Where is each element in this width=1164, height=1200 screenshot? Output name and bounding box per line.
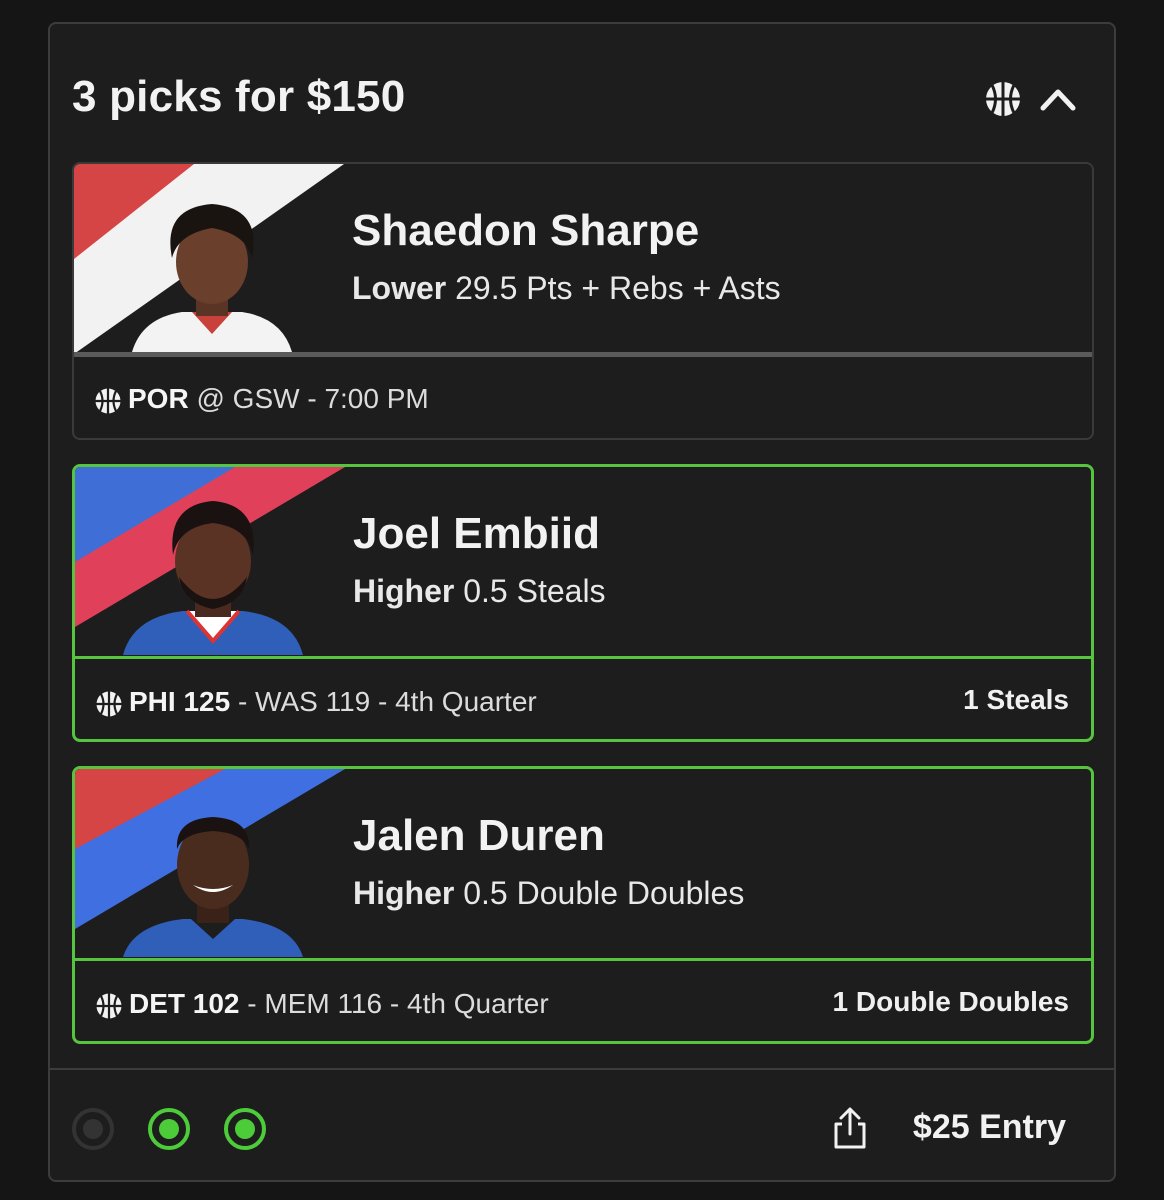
pick-status-dot-hit bbox=[224, 1108, 266, 1150]
pick-result: 1 Double Doubles bbox=[832, 986, 1069, 1017]
pick-direction: Higher bbox=[353, 875, 455, 911]
pick-summary: Shaedon Sharpe Lower 29.5 Pts + Rebs + A… bbox=[74, 164, 1092, 352]
footer-divider bbox=[50, 1068, 1114, 1070]
game-details: @ GSW - 7:00 PM bbox=[196, 383, 429, 414]
pick-game-info: POR @ GSW - 7:00 PM bbox=[74, 357, 1092, 438]
pick-divider bbox=[75, 656, 1091, 659]
pick-stat: 29.5 Pts + Rebs + Asts bbox=[455, 270, 781, 306]
pick-status-dot-pending bbox=[72, 1108, 114, 1150]
team-score: PHI 125 bbox=[129, 686, 231, 717]
game-score: DET 102 - MEM 116 - 4th Quarter bbox=[129, 988, 549, 1020]
share-icon[interactable] bbox=[832, 1106, 868, 1150]
entry-title: 3 picks for $150 bbox=[72, 72, 406, 121]
pick-game-info: DET 102 - MEM 116 - 4th Quarter 1 Double… bbox=[75, 962, 1091, 1041]
player-name: Jalen Duren bbox=[353, 811, 605, 860]
team-label: POR bbox=[128, 383, 189, 414]
player-name: Joel Embiid bbox=[353, 509, 600, 558]
pick-game-info: PHI 125 - WAS 119 - 4th Quarter 1 Steals bbox=[75, 660, 1091, 739]
player-headshot bbox=[132, 204, 292, 352]
pick-stat: 0.5 Steals bbox=[463, 573, 606, 609]
pick-line: Lower 29.5 Pts + Rebs + Asts bbox=[352, 270, 781, 307]
entry-header[interactable]: 3 picks for $150 bbox=[50, 24, 1114, 164]
basketball-icon bbox=[95, 388, 121, 414]
entry-amount: $25 Entry bbox=[912, 1108, 1066, 1146]
basketball-icon bbox=[986, 82, 1020, 116]
pick-card[interactable]: Joel Embiid Higher 0.5 Steals PHI 125 - … bbox=[72, 464, 1094, 742]
player-headshot bbox=[123, 501, 303, 655]
basketball-icon bbox=[96, 993, 122, 1019]
pick-line: Higher 0.5 Double Doubles bbox=[353, 875, 744, 912]
pick-direction: Higher bbox=[353, 573, 455, 609]
entry-card: 3 picks for $150 Shaedon Sharpe Lower 29… bbox=[48, 22, 1116, 1182]
pick-summary: Joel Embiid Higher 0.5 Steals bbox=[75, 467, 1091, 655]
pick-stat: 0.5 Double Doubles bbox=[463, 875, 745, 911]
pick-status-dot-hit bbox=[148, 1108, 190, 1150]
pick-card[interactable]: Jalen Duren Higher 0.5 Double Doubles DE… bbox=[72, 766, 1094, 1044]
game-score: PHI 125 - WAS 119 - 4th Quarter bbox=[129, 686, 537, 718]
team-score: DET 102 bbox=[129, 988, 240, 1019]
game-score: POR @ GSW - 7:00 PM bbox=[128, 383, 429, 415]
pick-direction: Lower bbox=[352, 270, 447, 306]
pick-summary: Jalen Duren Higher 0.5 Double Doubles bbox=[75, 769, 1091, 957]
basketball-icon bbox=[96, 691, 122, 717]
game-details: - WAS 119 - 4th Quarter bbox=[237, 686, 537, 717]
pick-divider bbox=[75, 958, 1091, 961]
player-name: Shaedon Sharpe bbox=[352, 206, 700, 255]
pick-line: Higher 0.5 Steals bbox=[353, 573, 606, 610]
pick-result: 1 Steals bbox=[963, 684, 1069, 715]
player-headshot bbox=[123, 817, 303, 957]
game-details: - MEM 116 - 4th Quarter bbox=[247, 988, 549, 1019]
pick-card[interactable]: Shaedon Sharpe Lower 29.5 Pts + Rebs + A… bbox=[72, 162, 1094, 440]
chevron-up-icon[interactable] bbox=[1038, 82, 1078, 116]
